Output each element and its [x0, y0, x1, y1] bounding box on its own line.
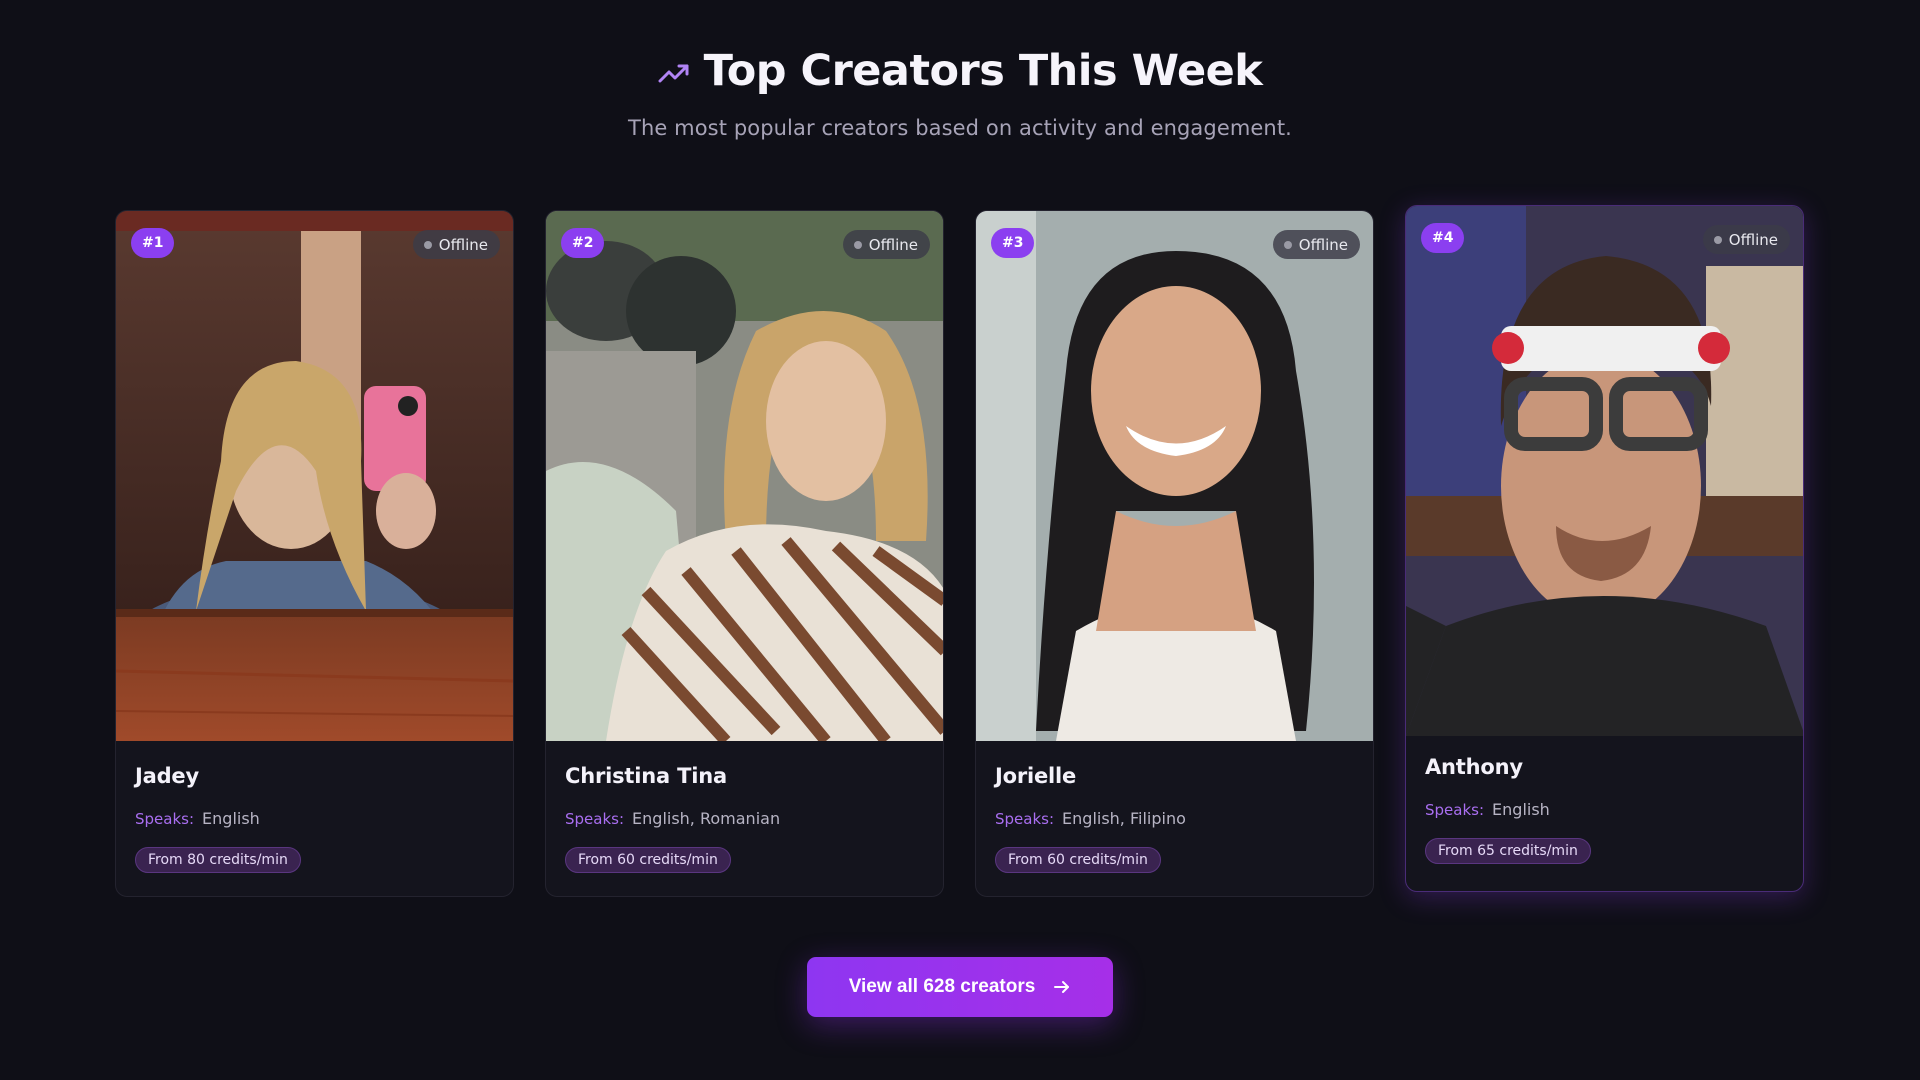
languages-value: English, Romanian: [632, 809, 781, 828]
creator-name[interactable]: Jadey: [135, 764, 495, 788]
price-badge: From 80 credits/min: [135, 847, 301, 873]
creator-photo[interactable]: #4 Offline: [1406, 206, 1803, 736]
speaks-label: Speaks:: [995, 810, 1055, 828]
title-row: Top Creators This Week: [658, 46, 1263, 96]
status-badge: Offline: [842, 230, 930, 259]
offline-dot-icon: [1713, 235, 1722, 244]
offline-dot-icon: [853, 240, 862, 249]
languages-row: Speaks: English, Romanian: [565, 809, 925, 828]
offline-dot-icon: [1283, 240, 1292, 249]
speaks-label: Speaks:: [565, 810, 625, 828]
creator-card[interactable]: #3 Offline Jorielle Speaks: English, Fil…: [975, 210, 1374, 897]
cta-label: View all 628 creators: [848, 976, 1036, 997]
creator-photo[interactable]: #2 Offline: [546, 211, 943, 741]
creator-name[interactable]: Anthony: [1425, 755, 1785, 779]
creator-info: Christina Tina Speaks: English, Romanian…: [565, 764, 925, 873]
price-badge: From 60 credits/min: [995, 847, 1161, 873]
creator-photo[interactable]: #3 Offline: [976, 211, 1373, 741]
offline-dot-icon: [423, 240, 432, 249]
creator-card[interactable]: #4 Offline Anthony Speaks: English From …: [1405, 205, 1804, 892]
creator-photo[interactable]: #1 Offline: [116, 211, 513, 741]
status-badge: Offline: [412, 230, 500, 259]
status-label: Offline: [1728, 230, 1778, 249]
creator-card[interactable]: #1 Offline Jadey Speaks: English From 80…: [115, 210, 514, 897]
rank-badge: #1: [131, 228, 175, 258]
languages-value: English, Filipino: [1062, 809, 1186, 828]
languages-value: English: [1492, 800, 1550, 819]
page-subtitle: The most popular creators based on activ…: [628, 116, 1292, 140]
trending-up-icon: [658, 62, 690, 86]
status-badge: Offline: [1702, 225, 1790, 254]
creator-info: Jorielle Speaks: English, Filipino From …: [995, 764, 1355, 873]
creator-name[interactable]: Jorielle: [995, 764, 1355, 788]
languages-row: Speaks: English: [135, 809, 495, 828]
creator-info: Anthony Speaks: English From 65 credits/…: [1425, 755, 1785, 864]
status-label: Offline: [1298, 235, 1348, 254]
page-title: Top Creators This Week: [703, 46, 1263, 96]
creator-info: Jadey Speaks: English From 80 credits/mi…: [135, 764, 495, 873]
rank-badge: #3: [991, 228, 1035, 258]
status-label: Offline: [438, 235, 488, 254]
status-label: Offline: [868, 235, 918, 254]
view-all-creators-button[interactable]: View all 628 creators: [807, 957, 1113, 1017]
languages-value: English: [202, 809, 260, 828]
rank-badge: #4: [1421, 223, 1465, 253]
languages-row: Speaks: English, Filipino: [995, 809, 1355, 828]
creator-cards: #1 Offline Jadey Speaks: English From 80…: [115, 205, 1805, 900]
status-badge: Offline: [1272, 230, 1360, 259]
speaks-label: Speaks:: [1425, 801, 1485, 819]
price-badge: From 60 credits/min: [565, 847, 731, 873]
speaks-label: Speaks:: [135, 810, 195, 828]
creator-card[interactable]: #2 Offline Christina Tina Speaks: Englis…: [545, 210, 944, 897]
section-header: Top Creators This Week The most popular …: [0, 46, 1920, 140]
price-badge: From 65 credits/min: [1425, 838, 1591, 864]
arrow-right-icon: [1053, 978, 1071, 996]
languages-row: Speaks: English: [1425, 800, 1785, 819]
creator-name[interactable]: Christina Tina: [565, 764, 925, 788]
rank-badge: #2: [561, 228, 605, 258]
